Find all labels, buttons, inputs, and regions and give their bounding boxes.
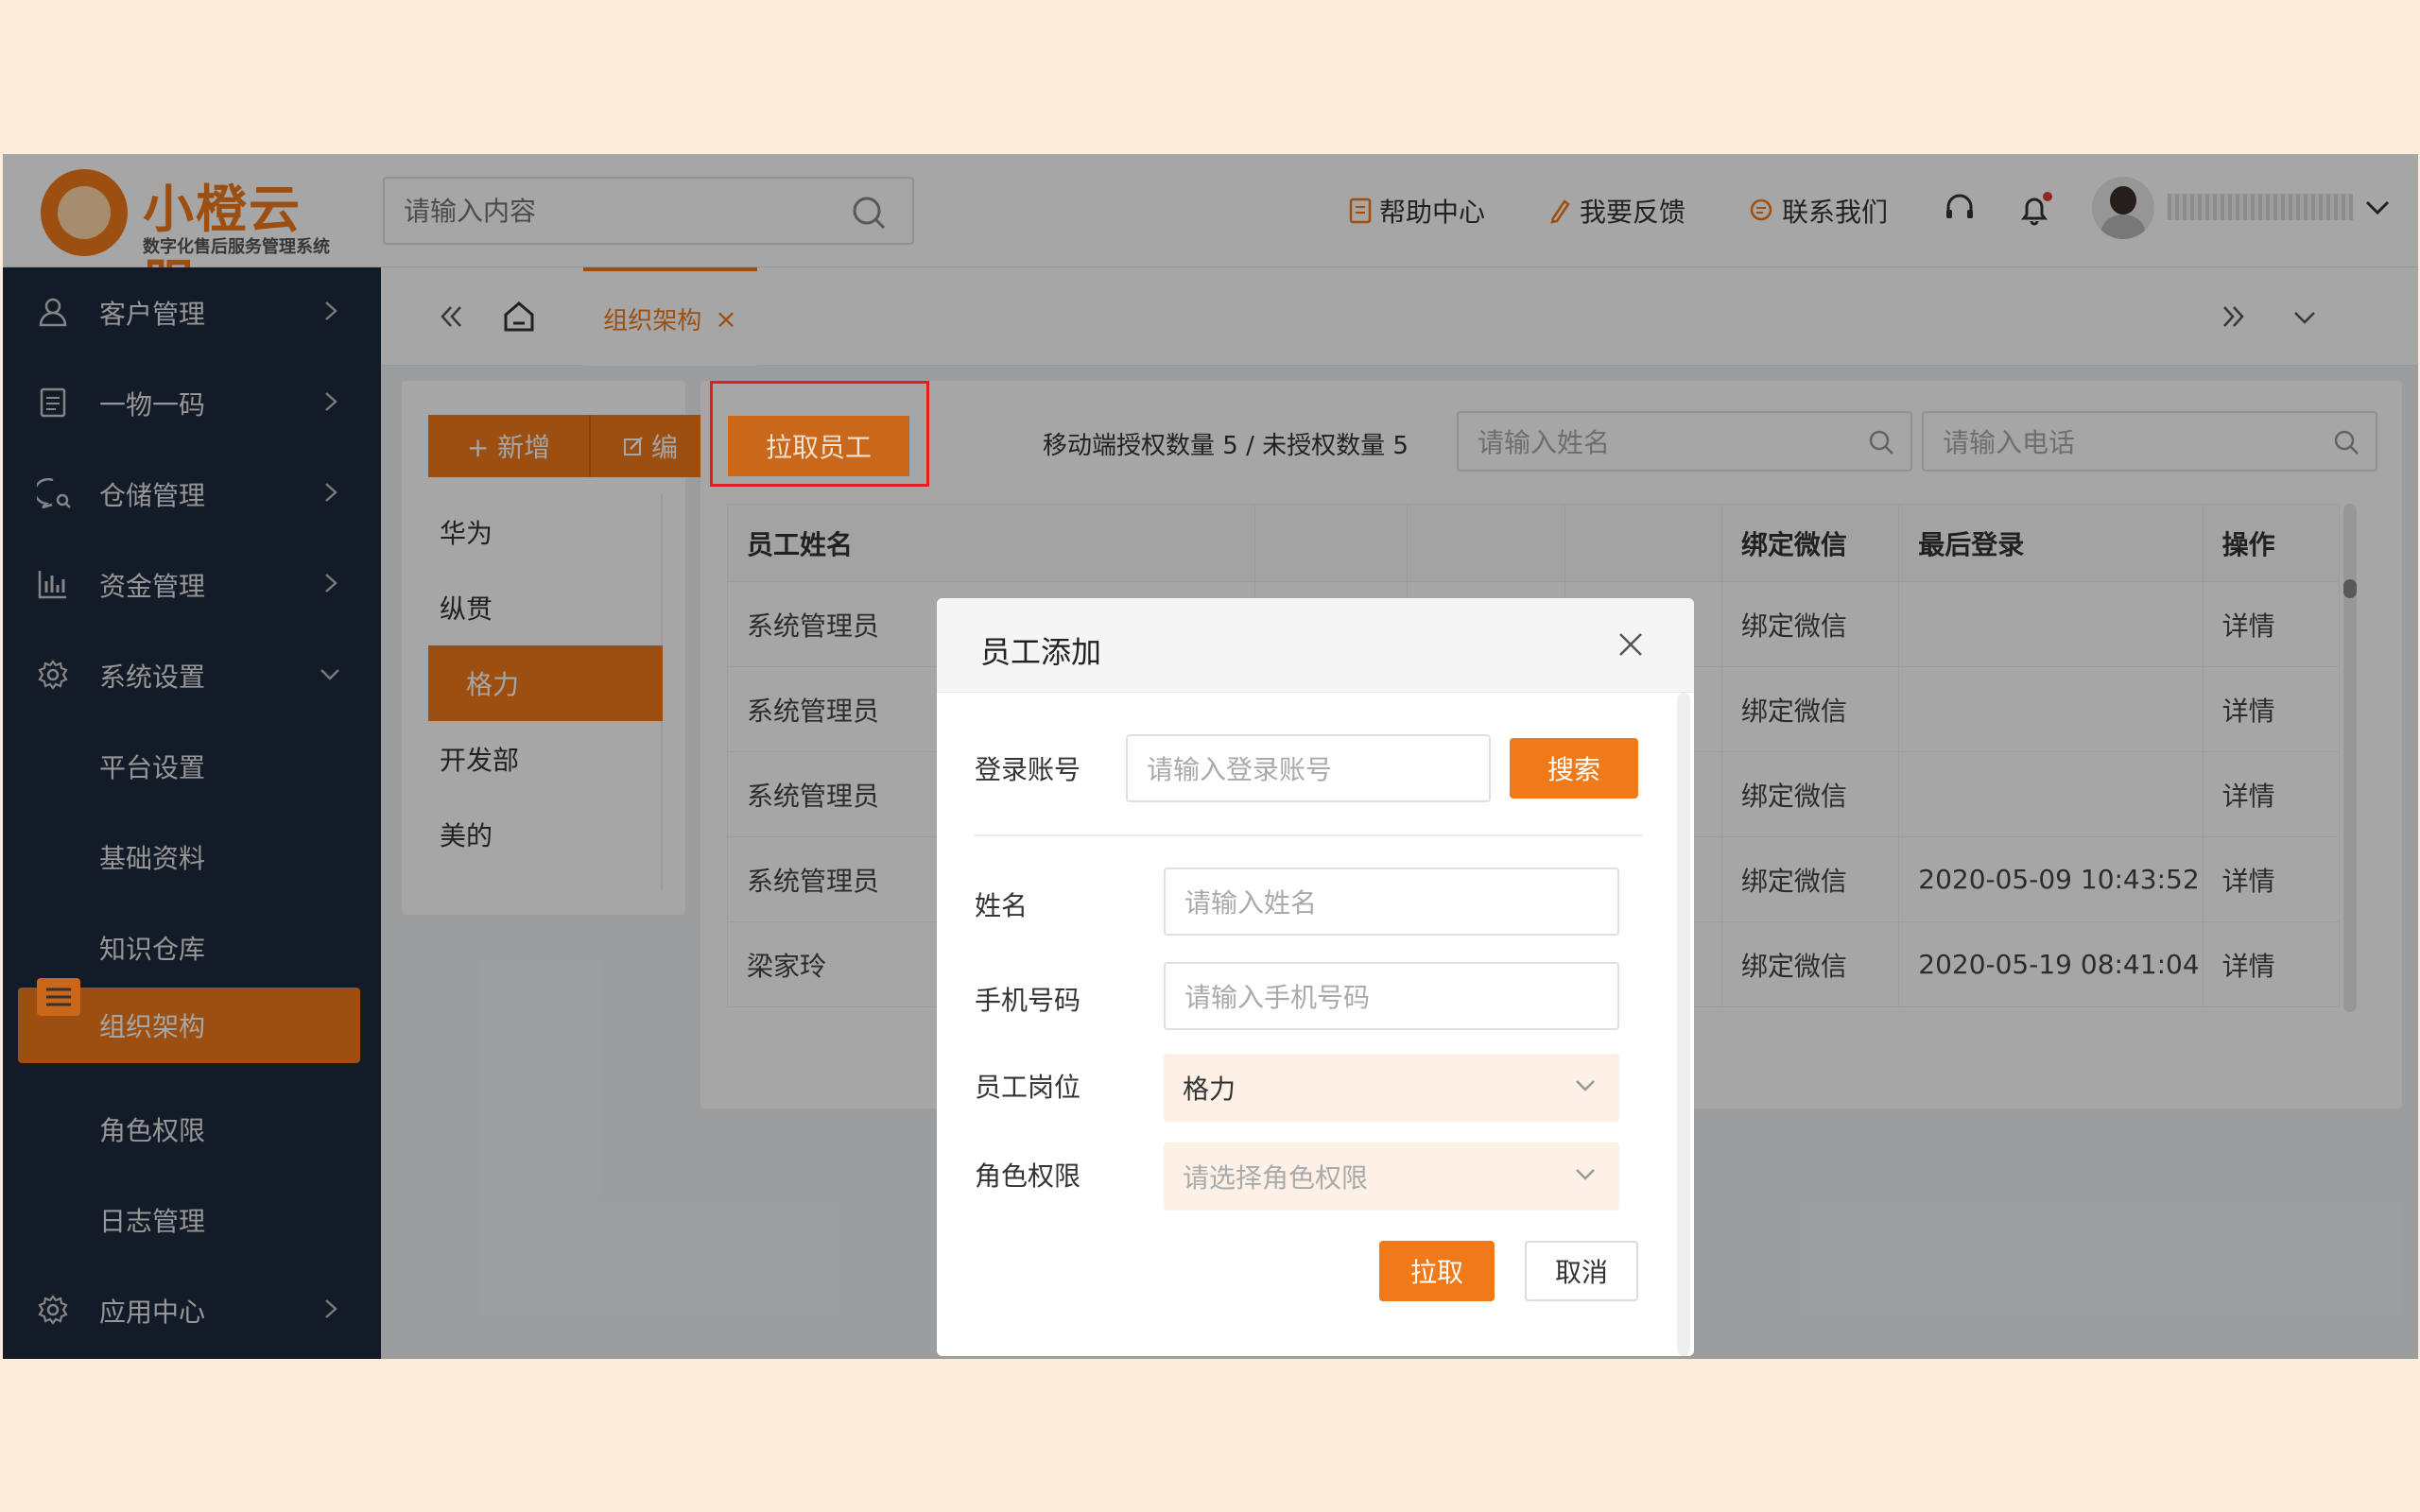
chevron-down-icon: [1576, 1169, 1595, 1180]
cancel-button[interactable]: 取消: [1525, 1241, 1638, 1301]
close-icon[interactable]: [1616, 630, 1645, 662]
account-label: 登录账号: [975, 754, 1081, 785]
divider: [975, 834, 1642, 836]
phone-input[interactable]: 请输入手机号码: [1164, 962, 1619, 1030]
dialog-header: 员工添加: [937, 598, 1694, 693]
account-placeholder: 请输入登录账号: [1147, 754, 1333, 785]
phone-label: 手机号码: [975, 985, 1081, 1016]
app-window: 小橙云服 数字化售后服务管理系统 帮助中心 我要反馈 联系我们: [3, 154, 2418, 1359]
pull-employee-highlight: 拉取员工: [710, 381, 929, 487]
employee-add-dialog: 员工添加 登录账号 请输入登录账号 搜索 姓名 请输入姓名 手机号码 请输入手机…: [937, 598, 1694, 1356]
role-label: 角色权限: [975, 1160, 1081, 1192]
pull-confirm-button[interactable]: 拉取: [1379, 1241, 1495, 1301]
chevron-down-icon: [1576, 1080, 1595, 1091]
search-button[interactable]: 搜索: [1510, 738, 1638, 799]
phone-placeholder: 请输入手机号码: [1184, 982, 1371, 1013]
collapse-menu-icon[interactable]: [37, 978, 80, 1016]
role-select[interactable]: 请选择角色权限: [1164, 1143, 1619, 1211]
name-placeholder: 请输入姓名: [1184, 887, 1318, 919]
dialog-scrollbar[interactable]: [1677, 693, 1690, 1356]
pull-employee-button[interactable]: 拉取员工: [728, 416, 909, 476]
role-placeholder: 请选择角色权限: [1183, 1162, 1369, 1194]
name-label: 姓名: [975, 890, 1028, 921]
post-value: 格力: [1183, 1074, 1236, 1105]
account-input[interactable]: 请输入登录账号: [1126, 734, 1491, 802]
post-select[interactable]: 格力: [1164, 1054, 1619, 1122]
dialog-title: 员工添加: [980, 634, 1102, 670]
post-label: 员工岗位: [975, 1072, 1081, 1103]
name-input[interactable]: 请输入姓名: [1164, 868, 1619, 936]
